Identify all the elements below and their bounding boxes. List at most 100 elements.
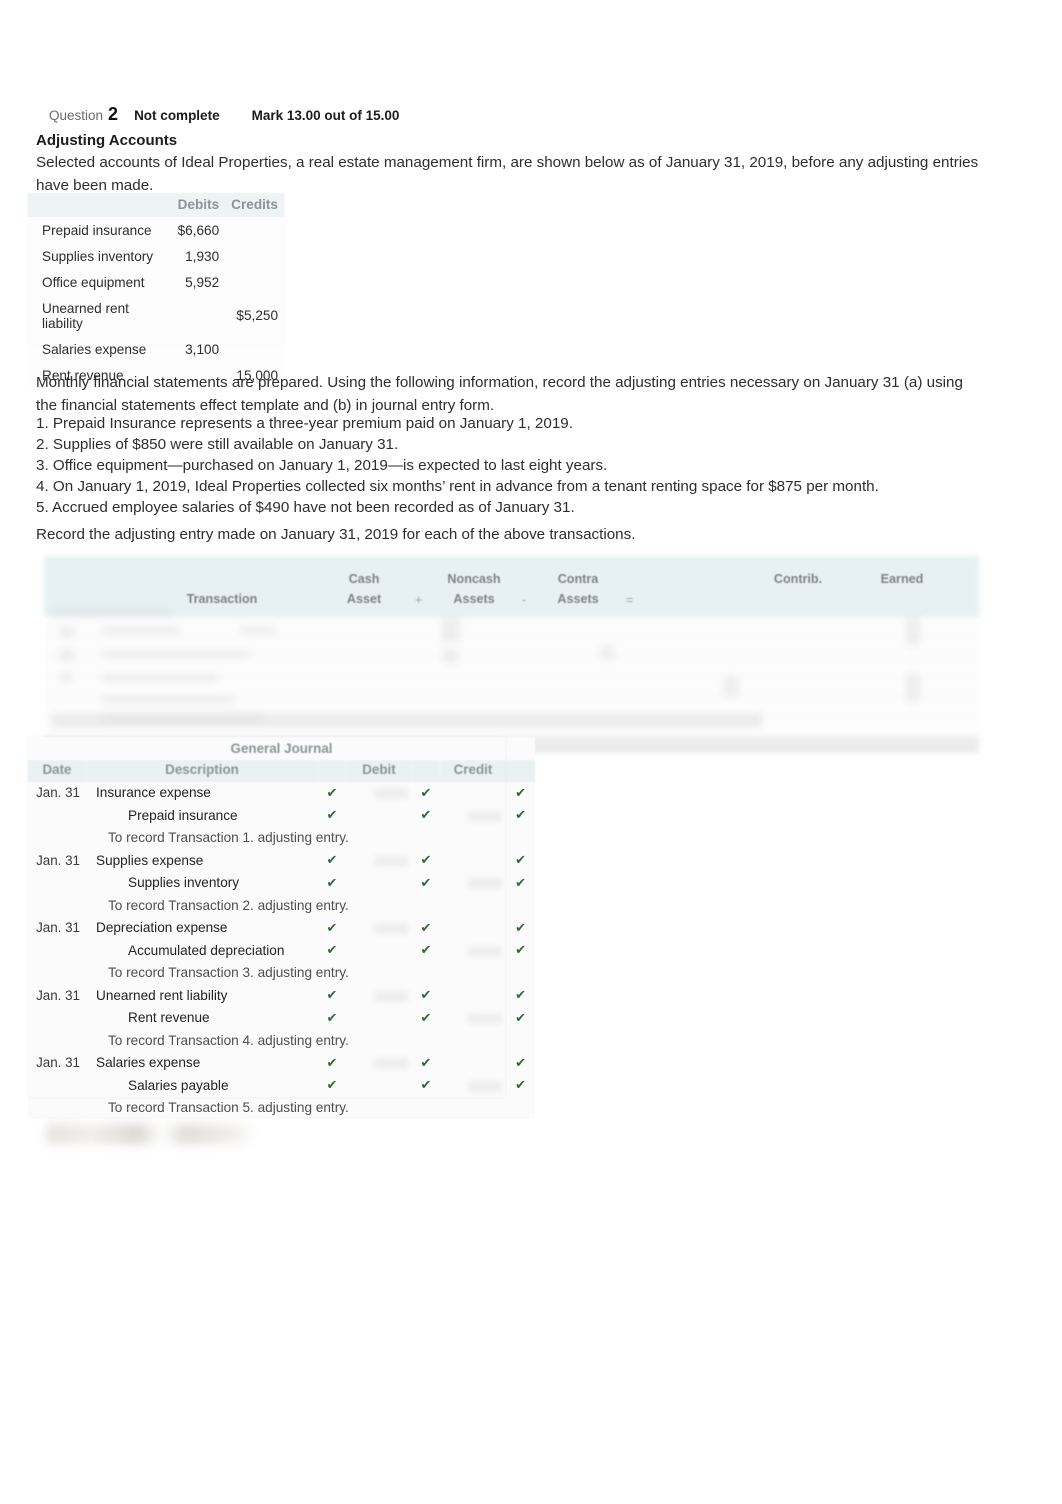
table-row: To record Transaction 3. adjusting entry… <box>28 961 536 984</box>
check-icon: ✔ <box>506 849 536 872</box>
table-row[interactable]: Rent revenue ✔ ✔ ✔ <box>28 1006 536 1029</box>
list-item: 3. Office equipment—purchased on January… <box>36 457 608 475</box>
general-journal-table[interactable]: General Journal Date Description Debit C… <box>28 737 536 1119</box>
table-row[interactable]: Prepaid insurance ✔ ✔ ✔ <box>28 804 536 827</box>
table-row[interactable]: Jan. 31 Salaries expense ✔ ✔ ✔ <box>28 1051 536 1074</box>
entry-date: Jan. 31 <box>28 984 86 1007</box>
entry-debit-account[interactable]: Salaries expense <box>86 1051 318 1074</box>
entry-credit-amount[interactable] <box>440 804 506 827</box>
blurred-amount <box>374 990 408 1002</box>
blurred-amount <box>468 1080 502 1092</box>
entry-date: Jan. 31 <box>28 916 86 939</box>
check-icon: ✔ <box>412 804 440 827</box>
credit-amount <box>225 269 284 295</box>
list-item: 5. Accrued employee salaries of $490 hav… <box>36 499 575 517</box>
entry-date-blank <box>28 1006 86 1029</box>
check-icon: ✔ <box>506 939 536 962</box>
check-icon: ✔ <box>412 849 440 872</box>
entry-credit-amount[interactable] <box>440 1074 506 1097</box>
entry-debit-amount[interactable] <box>346 984 412 1007</box>
entry-debit-amount[interactable] <box>346 781 412 804</box>
effects-header-noncash-line1: Noncash <box>447 572 501 586</box>
blurred-amount <box>468 878 502 890</box>
entry-debit-account[interactable]: Unearned rent liability <box>86 984 318 1007</box>
account-name: Office equipment <box>28 269 172 295</box>
credit-amount <box>225 217 284 243</box>
table-row[interactable]: Supplies inventory ✔ ✔ ✔ <box>28 871 536 894</box>
effects-header-plus-operator: + <box>415 593 423 607</box>
entry-debit-amount[interactable] <box>346 1074 412 1097</box>
entry-date: Jan. 31 <box>28 849 86 872</box>
table-row: Supplies inventory 1,930 <box>28 243 284 269</box>
entry-date-blank <box>28 1096 86 1119</box>
check-icon: ✔ <box>412 1051 440 1074</box>
check-icon: ✔ <box>318 871 346 894</box>
table-row: Salaries expense 3,100 <box>28 336 284 362</box>
effects-template-blurred-body <box>44 556 979 754</box>
list-item: 2. Supplies of $850 were still available… <box>36 436 399 454</box>
entry-credit-amount[interactable] <box>440 849 506 872</box>
check-icon: ✔ <box>412 939 440 962</box>
entry-credit-amount[interactable] <box>440 1006 506 1029</box>
table-row[interactable]: Jan. 31 Depreciation expense ✔ ✔ ✔ <box>28 916 536 939</box>
trial-balance-header-debits: Debits <box>171 193 226 217</box>
account-name: Supplies inventory <box>28 243 172 269</box>
check-icon: ✔ <box>318 1074 346 1097</box>
table-row[interactable]: Jan. 31 Insurance expense ✔ ✔ ✔ <box>28 781 536 804</box>
table-row: To record Transaction 4. adjusting entry… <box>28 1029 536 1052</box>
entry-debit-amount[interactable] <box>346 804 412 827</box>
effects-header-cash-asset-line2: Asset <box>346 592 382 606</box>
blurred-amount <box>374 1058 408 1070</box>
blurred-amount <box>374 788 408 800</box>
credit-amount <box>225 336 284 362</box>
entry-date-blank <box>28 939 86 962</box>
journal-header-debit: Debit <box>346 759 412 782</box>
entry-credit-amount[interactable] <box>440 1051 506 1074</box>
account-name: Prepaid insurance <box>28 217 172 243</box>
entry-credit-amount[interactable] <box>440 984 506 1007</box>
entry-debit-account[interactable]: Insurance expense <box>86 781 318 804</box>
check-icon: ✔ <box>412 984 440 1007</box>
entry-credit-amount[interactable] <box>440 871 506 894</box>
entry-credit-account[interactable]: Salaries payable <box>86 1074 318 1097</box>
entry-debit-amount[interactable] <box>346 1006 412 1029</box>
credit-amount <box>225 243 284 269</box>
entry-credit-amount[interactable] <box>440 939 506 962</box>
table-row[interactable]: Jan. 31 Unearned rent liability ✔ ✔ ✔ <box>28 984 536 1007</box>
check-icon: ✔ <box>318 849 346 872</box>
list-item: 4. On January 1, 2019, Ideal Properties … <box>36 478 879 496</box>
entry-debit-amount[interactable] <box>346 1051 412 1074</box>
check-icon: ✔ <box>412 916 440 939</box>
entry-debit-account[interactable]: Supplies expense <box>86 849 318 872</box>
blurred-footer-content[interactable] <box>46 1124 256 1144</box>
debit-amount: 1,930 <box>171 243 226 269</box>
entry-debit-amount[interactable] <box>346 849 412 872</box>
entry-credit-account[interactable]: Accumulated depreciation <box>86 939 318 962</box>
journal-header-date: Date <box>28 759 86 782</box>
table-row[interactable]: Jan. 31 Supplies expense ✔ ✔ ✔ <box>28 849 536 872</box>
table-row: To record Transaction 1. adjusting entry… <box>28 826 536 849</box>
table-row: Unearned rent liability $5,250 <box>28 295 284 336</box>
entry-credit-amount[interactable] <box>440 916 506 939</box>
entry-debit-amount[interactable] <box>346 871 412 894</box>
question-label: Question <box>49 108 104 123</box>
debit-amount: 3,100 <box>171 336 226 362</box>
entry-debit-account[interactable]: Depreciation expense <box>86 916 318 939</box>
entry-memo: To record Transaction 3. adjusting entry… <box>86 961 536 984</box>
question-mark: Mark 13.00 out of 15.00 <box>251 108 400 123</box>
entry-credit-account[interactable]: Supplies inventory <box>86 871 318 894</box>
entry-debit-amount[interactable] <box>346 916 412 939</box>
table-row[interactable]: Salaries payable ✔ ✔ ✔ <box>28 1074 536 1097</box>
entry-date: Jan. 31 <box>28 781 86 804</box>
entry-credit-account[interactable]: Prepaid insurance <box>86 804 318 827</box>
financial-statement-effects-template[interactable]: Transaction Cash Asset + Noncash Assets … <box>44 556 979 754</box>
table-row[interactable]: Accumulated depreciation ✔ ✔ ✔ <box>28 939 536 962</box>
entry-credit-amount[interactable] <box>440 781 506 804</box>
journal-header-debit-check-col <box>412 759 440 782</box>
record-instruction: Record the adjusting entry made on Janua… <box>36 526 636 543</box>
journal-header-description: Description <box>86 759 318 782</box>
entry-credit-account[interactable]: Rent revenue <box>86 1006 318 1029</box>
entry-debit-amount[interactable] <box>346 939 412 962</box>
question-page: Question 2 Not complete Mark 13.00 out o… <box>0 0 1062 1504</box>
blurred-amount <box>468 945 502 957</box>
